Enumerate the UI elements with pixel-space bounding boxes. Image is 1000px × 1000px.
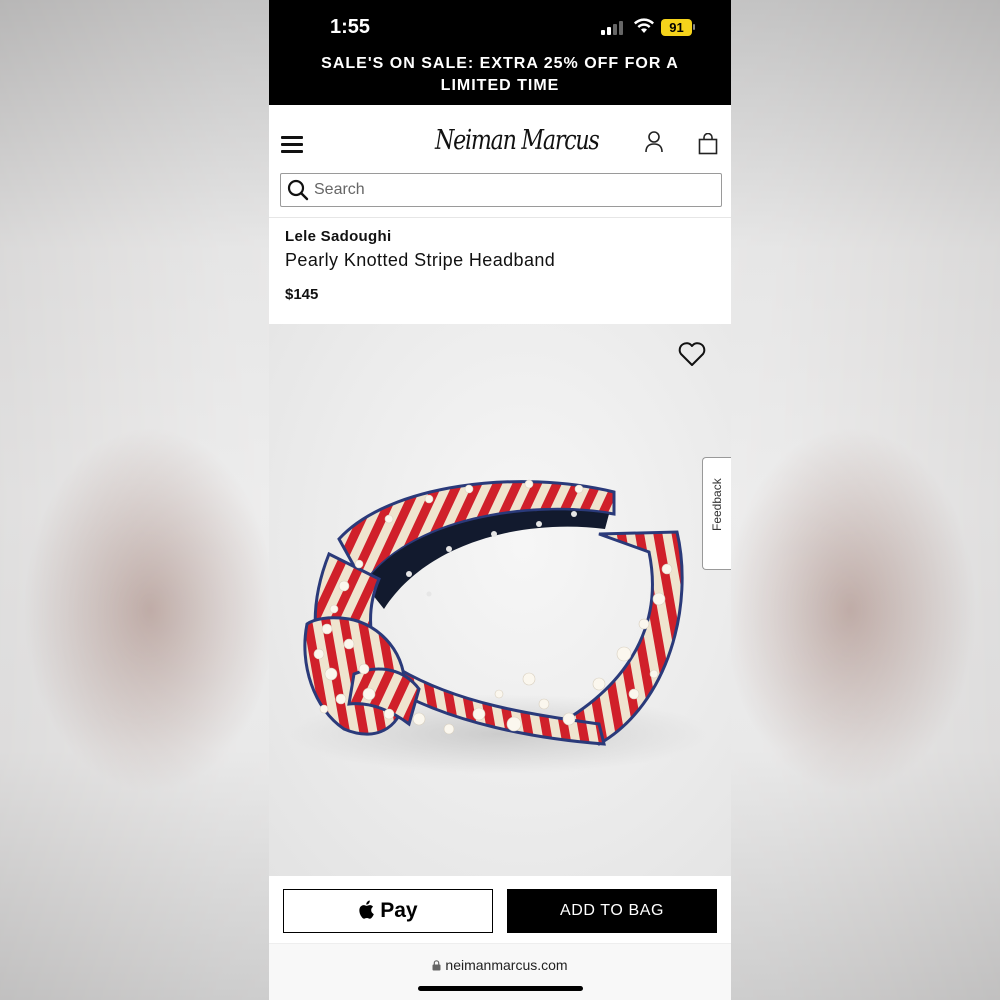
headband-illustration [289,479,709,774]
search-icon [287,179,309,201]
product-price: $145 [285,286,319,303]
feedback-tab[interactable]: Feedback [702,457,731,570]
search-input[interactable] [314,174,704,206]
shopping-bag-icon[interactable] [698,133,718,155]
account-icon[interactable] [644,131,664,153]
status-bar: 1:55 91 [269,0,731,52]
neiman-marcus-logo[interactable]: Neiman Marcus [435,125,600,156]
home-indicator[interactable] [418,986,583,991]
url-display[interactable]: neimanmarcus.com [269,957,731,973]
menu-icon[interactable] [281,136,303,154]
browser-url-bar[interactable]: neimanmarcus.com [269,944,731,1000]
wifi-icon [634,18,654,33]
product-name: Pearly Knotted Stripe Headband [285,250,556,270]
product-info: Lele Sadoughi Pearly Knotted Stripe Head… [285,228,555,303]
product-brand[interactable]: Lele Sadoughi [285,228,555,245]
battery-icon: 91 [661,19,692,36]
status-time: 1:55 [330,16,371,38]
search-bar[interactable] [280,173,722,207]
purchase-actions: Pay ADD TO BAG [269,876,731,944]
product-image[interactable]: Feedback [269,324,731,876]
lock-icon [432,960,441,971]
apple-pay-label: Pay [380,899,418,922]
feedback-label: Feedback [710,478,724,531]
wishlist-heart-icon[interactable] [678,341,706,367]
header-divider [269,217,731,218]
promo-banner[interactable]: SALE'S ON SALE: EXTRA 25% OFF FOR A LIMI… [269,52,731,105]
apple-logo-icon [359,900,375,919]
site-header: Neiman Marcus [269,105,731,172]
url-text: neimanmarcus.com [445,957,568,973]
battery-nub [693,24,695,30]
phone-screen: 1:55 91 SALE'S ON SALE: EXTRA 25% OFF FO… [269,0,731,1000]
apple-pay-button[interactable]: Pay [283,889,493,933]
add-to-bag-button[interactable]: ADD TO BAG [507,889,717,933]
cellular-signal-icon [601,21,623,35]
